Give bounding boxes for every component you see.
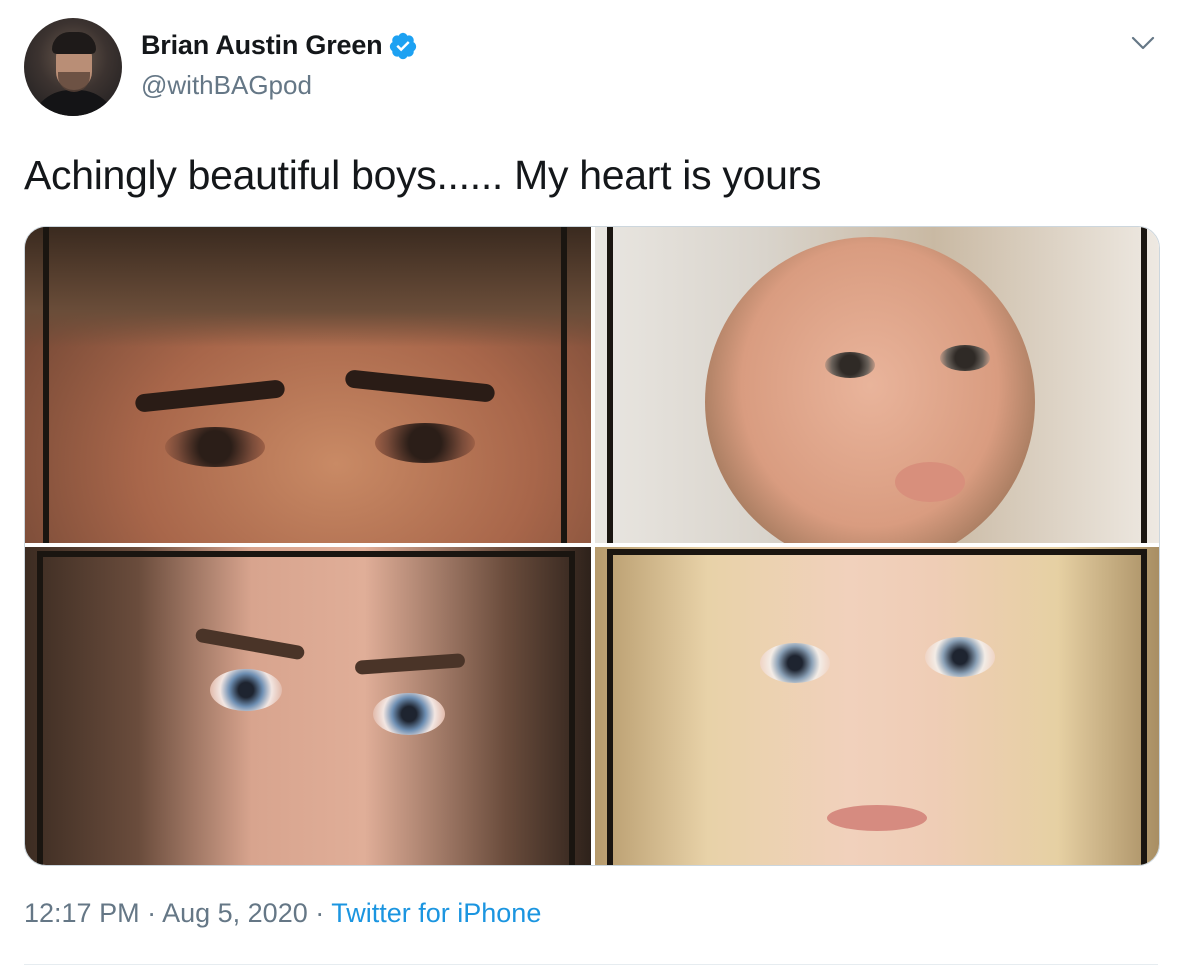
verified-badge-icon <box>390 32 417 59</box>
tweet-source-link[interactable]: Twitter for iPhone <box>331 898 541 928</box>
avatar-beard <box>58 72 90 92</box>
photo-2[interactable] <box>595 227 1159 543</box>
author-handle[interactable]: @withBAGpod <box>141 70 312 101</box>
tweet-text: Achingly beautiful boys...... My heart i… <box>24 152 822 198</box>
photo-1[interactable] <box>25 227 591 543</box>
divider <box>24 964 1158 965</box>
author-name-row[interactable]: Brian Austin Green <box>141 30 418 61</box>
footer-separator: · <box>139 898 163 928</box>
chevron-down-icon[interactable] <box>1128 28 1158 58</box>
photo-2-frame <box>607 227 1147 543</box>
author-name[interactable]: Brian Austin Green <box>141 30 383 61</box>
avatar-body <box>30 90 118 116</box>
photo-3-frame <box>37 551 575 865</box>
photo-3[interactable] <box>25 547 591 865</box>
tweet-time[interactable]: 12:17 PM <box>24 898 140 928</box>
footer-separator-2: · <box>307 898 332 928</box>
tweet-date[interactable]: Aug 5, 2020 <box>162 898 308 928</box>
photo-4-frame <box>607 549 1147 865</box>
photo-4[interactable] <box>595 547 1159 865</box>
avatar-hair <box>52 32 96 54</box>
media-grid <box>24 226 1160 866</box>
tweet-footer: 12:17 PM · Aug 5, 2020 · Twitter for iPh… <box>24 898 541 929</box>
avatar[interactable] <box>24 18 122 116</box>
photo-1-frame <box>43 227 567 543</box>
